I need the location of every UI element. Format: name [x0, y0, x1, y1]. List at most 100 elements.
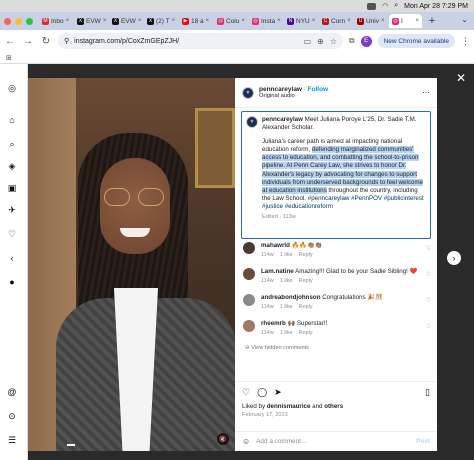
- messages-icon[interactable]: ✈: [6, 204, 18, 216]
- search-icon[interactable]: ⌕: [394, 2, 398, 10]
- browser-tab[interactable]: M Inbo ×: [39, 14, 72, 28]
- browser-tab[interactable]: ▶ 18 a ×: [179, 14, 212, 28]
- mute-icon[interactable]: 🔇: [217, 433, 229, 445]
- comment-likes[interactable]: 1 like: [280, 252, 293, 258]
- threads-icon[interactable]: @: [6, 386, 18, 398]
- site-info-icon[interactable]: ⚲: [64, 37, 69, 45]
- comment-like-heart-icon[interactable]: ♡: [426, 323, 431, 330]
- comment-likes[interactable]: 1 like: [280, 304, 293, 310]
- comment-reply-button[interactable]: Reply: [299, 330, 313, 336]
- new-chrome-available-button[interactable]: New Chrome available: [377, 34, 455, 48]
- follow-button[interactable]: Follow: [308, 86, 329, 93]
- commenter-username[interactable]: andreabondjohnson: [261, 294, 320, 301]
- address-bar[interactable]: ⚲ instagram.com/p/CoxZmGEpZJH/ ▭ ⊕ ☆: [58, 33, 343, 49]
- tab-close-icon[interactable]: ×: [381, 18, 385, 24]
- extensions-icon[interactable]: ⧉: [349, 36, 355, 46]
- browser-tab[interactable]: ◎ I ×: [389, 14, 422, 28]
- bookmark-star-icon[interactable]: ☆: [330, 37, 337, 46]
- reels-icon[interactable]: ▣: [6, 182, 18, 194]
- tab-close-icon[interactable]: ×: [66, 18, 70, 24]
- profile-icon[interactable]: ●: [6, 276, 18, 288]
- post-date[interactable]: February 17, 2023: [242, 412, 430, 418]
- account-avatar[interactable]: ⚜: [242, 86, 254, 99]
- tab-close-icon[interactable]: ×: [277, 18, 281, 24]
- close-window-button[interactable]: [4, 17, 11, 25]
- commenter-avatar[interactable]: [243, 320, 255, 332]
- install-app-icon[interactable]: ▭: [303, 37, 311, 46]
- tab-close-icon[interactable]: ×: [103, 18, 107, 24]
- commenter-avatar[interactable]: [243, 294, 255, 306]
- minimize-window-button[interactable]: [15, 17, 22, 25]
- zoom-window-button[interactable]: [26, 17, 33, 25]
- instagram-logo-icon[interactable]: ◎: [6, 82, 18, 94]
- profile-avatar[interactable]: E: [360, 35, 372, 47]
- comment-age[interactable]: 114w: [261, 278, 274, 284]
- browser-tab[interactable]: U Univ ×: [354, 14, 387, 28]
- apps-grid-icon[interactable]: ⊞: [6, 54, 12, 62]
- commenter-avatar[interactable]: [243, 268, 255, 280]
- liked-user-link[interactable]: dennismaurice: [267, 403, 311, 410]
- control-center-icon[interactable]: [367, 2, 377, 10]
- menubar-datetime[interactable]: Mon Apr 28 7:29 PM: [404, 3, 468, 10]
- commenter-avatar[interactable]: [243, 242, 255, 254]
- commenter-username[interactable]: Lam.natine: [261, 268, 294, 275]
- like-heart-icon[interactable]: ♡: [242, 387, 250, 398]
- liked-others-link[interactable]: others: [324, 403, 343, 410]
- wifi-icon[interactable]: ◠: [382, 2, 388, 10]
- comment-likes[interactable]: 1 like: [280, 330, 293, 336]
- commenter-username[interactable]: rheemrb: [261, 320, 286, 327]
- tab-close-icon[interactable]: ×: [241, 18, 245, 24]
- view-hidden-comments-link[interactable]: ⊖ View hidden comments: [241, 345, 433, 351]
- new-tab-button[interactable]: +: [426, 15, 438, 27]
- commenter-username[interactable]: mahawrld: [261, 242, 290, 249]
- comment-reply-button[interactable]: Reply: [299, 252, 313, 258]
- emoji-icon[interactable]: ☺: [242, 437, 250, 446]
- browser-tab[interactable]: X (2) T ×: [144, 14, 177, 28]
- browser-tab[interactable]: N NYU ×: [284, 14, 317, 28]
- zoom-icon[interactable]: ⊕: [317, 37, 324, 46]
- next-post-button[interactable]: ›: [447, 251, 461, 265]
- notifications-heart-icon[interactable]: ♡: [6, 228, 18, 240]
- browser-tab[interactable]: ◎ Insta ×: [249, 14, 282, 28]
- home-icon[interactable]: ⌂: [6, 114, 18, 126]
- browser-tab[interactable]: ◎ Colu ×: [214, 14, 247, 28]
- comment-age[interactable]: 114w: [261, 304, 274, 310]
- caption-username[interactable]: penncareylaw: [262, 116, 303, 123]
- tab-close-icon[interactable]: ×: [206, 18, 210, 24]
- comment-reply-button[interactable]: Reply: [299, 278, 313, 284]
- post-comment-button[interactable]: Post: [416, 438, 430, 445]
- tab-close-icon[interactable]: ×: [312, 18, 316, 24]
- caption-avatar[interactable]: ⚜: [246, 116, 258, 128]
- save-bookmark-icon[interactable]: ▯: [425, 387, 430, 398]
- threads-alt-icon[interactable]: ⊙: [6, 410, 18, 422]
- forward-icon[interactable]: →: [22, 36, 34, 47]
- comment-age[interactable]: 114w: [261, 330, 274, 336]
- browser-tab[interactable]: X EVW ×: [109, 14, 142, 28]
- original-audio-link[interactable]: Original audio: [259, 93, 328, 99]
- tab-search-icon[interactable]: ⌄: [461, 15, 468, 24]
- tab-close-icon[interactable]: ×: [138, 18, 142, 24]
- back-icon[interactable]: ←: [4, 36, 16, 47]
- reload-icon[interactable]: ↻: [40, 36, 52, 47]
- comment-icon[interactable]: ◯: [257, 387, 267, 398]
- browser-tab[interactable]: C Corn ×: [319, 14, 352, 28]
- comment-like-heart-icon[interactable]: ♡: [426, 271, 431, 278]
- search-icon[interactable]: ⌕: [6, 138, 18, 150]
- tab-close-icon[interactable]: ×: [172, 18, 176, 24]
- chrome-menu-icon[interactable]: ⋮: [461, 36, 470, 47]
- more-menu-icon[interactable]: ☰: [6, 434, 18, 446]
- close-icon[interactable]: ✕: [456, 71, 466, 85]
- comment-age[interactable]: 114w: [261, 252, 274, 258]
- post-video[interactable]: 🔇: [28, 78, 235, 451]
- previous-post-button[interactable]: ‹: [5, 251, 19, 265]
- comment-input[interactable]: Add a comment…: [256, 438, 307, 445]
- comment-like-heart-icon[interactable]: ♡: [426, 245, 431, 252]
- browser-tab[interactable]: X EVW ×: [74, 14, 107, 28]
- comment-likes[interactable]: 1 like: [280, 278, 293, 284]
- tab-close-icon[interactable]: ×: [347, 18, 351, 24]
- account-username[interactable]: penncareylaw: [259, 86, 302, 93]
- tab-close-icon[interactable]: ×: [415, 18, 419, 24]
- comment-reply-button[interactable]: Reply: [299, 304, 313, 310]
- more-options-icon[interactable]: ⋯: [422, 88, 430, 97]
- explore-icon[interactable]: ◈: [6, 160, 18, 172]
